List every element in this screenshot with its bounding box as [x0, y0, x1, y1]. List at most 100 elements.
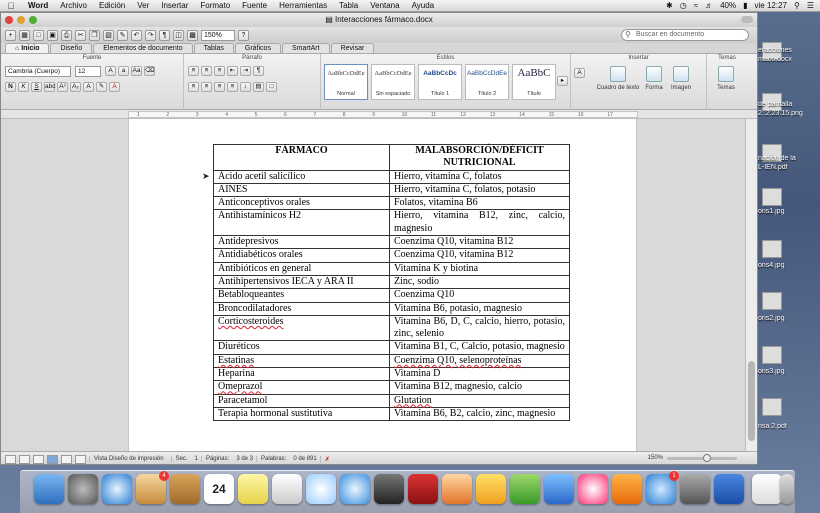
shape-button[interactable]: Forma [643, 66, 665, 91]
undo-icon[interactable]: ↶ [131, 29, 142, 41]
keynote-icon[interactable] [544, 474, 574, 504]
drug-cell[interactable]: Betabloqueantes [213, 288, 390, 303]
finder-icon[interactable] [34, 474, 64, 504]
format-painter-icon[interactable]: ✎ [117, 29, 128, 41]
tab-elementos[interactable]: Elementos de documento [93, 43, 193, 53]
file-thumbnail[interactable] [762, 240, 782, 258]
clear-format-icon[interactable]: ⌫ [144, 66, 155, 76]
drug-cell[interactable]: AINES [213, 182, 390, 198]
battery-icon[interactable]: ▮ [743, 1, 747, 10]
pages-icon[interactable] [476, 474, 506, 504]
deficit-cell[interactable]: Coenzima Q10 [389, 288, 570, 303]
print-layout-view-icon[interactable] [47, 454, 58, 464]
save-icon[interactable]: ▣ [47, 29, 58, 41]
font-name-select[interactable]: Cambria (Cuerpo) [5, 66, 71, 77]
battery-label[interactable]: 40% [720, 1, 736, 10]
scrollbar-thumb[interactable] [748, 361, 755, 441]
new-document-icon[interactable]: + [5, 29, 16, 41]
file-thumbnail[interactable] [762, 188, 782, 206]
deficit-cell[interactable]: Hierro, vitamina C, folatos, potasio [389, 182, 570, 198]
tab-tablas[interactable]: Tablas [193, 43, 234, 53]
draft-view-icon[interactable] [5, 454, 16, 464]
menu-herramientas[interactable]: Herramientas [273, 1, 333, 10]
toolbar-toggle-button[interactable] [741, 16, 753, 23]
superscript-icon[interactable]: A² [57, 82, 68, 92]
help-icon[interactable]: ? [238, 29, 249, 41]
menu-fuente[interactable]: Fuente [236, 1, 273, 10]
paste-icon[interactable]: ▧ [103, 29, 114, 41]
contacts-icon[interactable] [170, 474, 200, 504]
tab-diseno[interactable]: Diseño [50, 43, 93, 53]
shading-icon[interactable]: ▤ [253, 82, 264, 92]
zoom-window-button[interactable] [29, 16, 37, 24]
font-size-select[interactable]: 12 [75, 66, 101, 77]
deficit-cell[interactable]: Vitamina B12, magnesio, calcio [389, 380, 570, 395]
spotlight-icon[interactable]: ⚲ [794, 1, 800, 10]
desktop-file-label[interactable]: ons2.jpg [758, 315, 820, 322]
proofing-icon[interactable]: ✗ [319, 455, 334, 463]
horizontal-ruler[interactable]: 1 2 3 4 5 6 7 8 9 10 11 12 13 14 15 16 17 [1, 110, 757, 119]
italic-icon[interactable]: K [18, 82, 29, 92]
multilevel-list-icon[interactable]: ≡ [214, 66, 225, 76]
drug-cell[interactable]: Corticosteroides [213, 314, 390, 342]
zoom-slider[interactable] [667, 454, 737, 462]
drug-cell[interactable]: Antidepresivos [213, 235, 390, 250]
file-thumbnail[interactable] [762, 398, 782, 416]
zoom-slider-knob[interactable] [703, 454, 711, 462]
drug-cell[interactable]: Ácido acetil salicílico [213, 169, 390, 184]
calendar-icon[interactable]: 24 [204, 474, 234, 504]
system-preferences-icon[interactable] [680, 474, 710, 504]
show-paragraph-icon[interactable]: ¶ [159, 29, 170, 41]
shrink-font-icon[interactable]: a [118, 66, 129, 76]
messages-icon[interactable] [340, 474, 370, 504]
deficit-cell[interactable]: Vitamina K y biotina [389, 261, 570, 276]
document-page[interactable]: FÁRMACO MALABSORCIÓN/DÉFICIT NUTRICIONAL… [128, 119, 637, 451]
drug-cell[interactable]: Paracetamol [213, 393, 390, 408]
deficit-cell[interactable]: Coenzima Q10, selenoproteínas [389, 353, 570, 369]
deficit-cell[interactable]: Vitamina B6, D, C, calcio, hierro, potas… [389, 314, 570, 342]
file-thumbnail[interactable] [762, 292, 782, 310]
reminders-icon[interactable] [272, 474, 302, 504]
header-farmaco[interactable]: FÁRMACO [213, 144, 390, 171]
align-center-icon[interactable]: ≡ [201, 82, 212, 92]
menu-app-name[interactable]: Word [22, 1, 54, 10]
redo-icon[interactable]: ↷ [145, 29, 156, 41]
style-sin-espaciado[interactable]: AaBbCcDdEe Sin espaciado [371, 64, 415, 100]
cut-icon[interactable]: ✂ [75, 29, 86, 41]
tab-inicio[interactable]: ⌂ Inicio [5, 43, 50, 53]
desktop-file-label[interactable]: nación de la [758, 155, 820, 162]
fullscreen-view-icon[interactable] [75, 454, 86, 464]
menu-formato[interactable]: Formato [194, 1, 236, 10]
menu-tabla[interactable]: Tabla [333, 1, 364, 10]
drug-cell[interactable]: Antidiabéticos orales [213, 248, 390, 263]
app-store-icon[interactable]: 1 [646, 471, 679, 504]
ibooks-icon[interactable] [612, 474, 642, 504]
align-left-icon[interactable]: ≡ [188, 82, 199, 92]
bluetooth-icon[interactable]: ✱ [666, 1, 673, 10]
menu-archivo[interactable]: Archivo [54, 1, 93, 10]
style-titulo[interactable]: AaBbC Título [512, 64, 556, 100]
deficit-cell[interactable]: Vitamina B1, C, Calcio, potasio, magnesi… [389, 340, 570, 355]
outline-view-icon[interactable] [19, 454, 30, 464]
file-thumbnail[interactable] [762, 346, 782, 364]
sidebar-icon[interactable]: ◫ [173, 29, 184, 41]
decrease-indent-icon[interactable]: ⇤ [227, 66, 238, 76]
align-right-icon[interactable]: ≡ [214, 82, 225, 92]
underline-icon[interactable]: S [31, 82, 42, 92]
notebook-view-icon[interactable] [61, 454, 72, 464]
drug-cell[interactable]: Heparina [213, 367, 390, 382]
desktop-file-label[interactable]: ons4.jpg [758, 262, 820, 269]
tab-smartart[interactable]: SmartArt [281, 43, 330, 53]
minimize-window-button[interactable] [17, 16, 25, 24]
drug-cell[interactable]: Terapia hormonal sustitutiva [213, 406, 390, 422]
show-formatting-icon[interactable]: ¶ [253, 66, 264, 76]
deficit-cell[interactable]: Coenzima Q10, vitamina B12 [389, 235, 570, 250]
style-normal[interactable]: AaBbCcDdEe Normal [324, 64, 368, 100]
deficit-cell[interactable]: Hierro, vitamina B12, zinc, calcio, magn… [389, 209, 570, 237]
photo-booth-icon[interactable] [408, 474, 438, 504]
font-color-icon[interactable]: A [109, 82, 120, 92]
text-box-button[interactable]: Cuadro de texto [593, 66, 643, 91]
tab-revisar[interactable]: Revisar [330, 43, 375, 53]
drug-cell[interactable]: Diuréticos [213, 340, 390, 355]
iphoto-icon[interactable] [442, 474, 472, 504]
